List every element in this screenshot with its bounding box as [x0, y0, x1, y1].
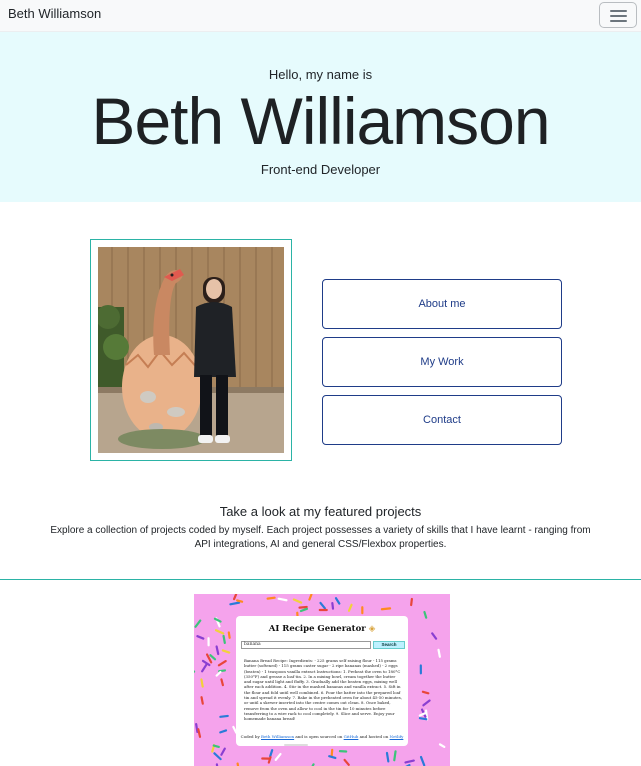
- navbar: Beth Williamson: [0, 0, 641, 32]
- carousel-indicator: [284, 744, 308, 746]
- navbar-brand[interactable]: Beth Williamson: [8, 6, 101, 21]
- profile-photo-image: [98, 247, 284, 453]
- contact-button[interactable]: Contact: [322, 395, 562, 445]
- netlify-link[interactable]: Netlify: [390, 734, 404, 739]
- profile-photo: [90, 239, 292, 461]
- recipe-text: Banana Bread Recipe: Ingredients: - 225 …: [244, 658, 402, 722]
- cupcake-icon: ◈: [368, 624, 376, 634]
- github-link[interactable]: GitHub: [344, 734, 359, 739]
- project-footer: Coded by Beth Williamson and is open sou…: [240, 734, 404, 739]
- project-title: AI Recipe Generator ◈: [268, 624, 376, 634]
- my-work-button[interactable]: My Work: [322, 337, 562, 387]
- hero-banner: Hello, my name is Beth Williamson Front-…: [0, 32, 641, 202]
- project-card-ai-recipe-generator[interactable]: AI Recipe Generator ◈ banana Search Bana…: [194, 594, 450, 766]
- hero-greeting: Hello, my name is: [268, 67, 373, 82]
- recipe-search-input[interactable]: banana: [241, 641, 371, 649]
- featured-description: Explore a collection of projects coded b…: [50, 525, 591, 550]
- about-me-button[interactable]: About me: [322, 279, 562, 329]
- featured-title: Take a look at my featured projects: [219, 504, 422, 519]
- recipe-search-button[interactable]: Search: [373, 641, 405, 649]
- project-preview-panel: AI Recipe Generator ◈ banana Search Bana…: [236, 616, 408, 746]
- author-link[interactable]: Beth Williamson: [261, 734, 294, 739]
- hero-name: Beth Williamson: [91, 84, 550, 158]
- hamburger-menu-icon[interactable]: [599, 2, 637, 28]
- divider: [0, 579, 641, 580]
- hero-role: Front-end Developer: [260, 162, 381, 177]
